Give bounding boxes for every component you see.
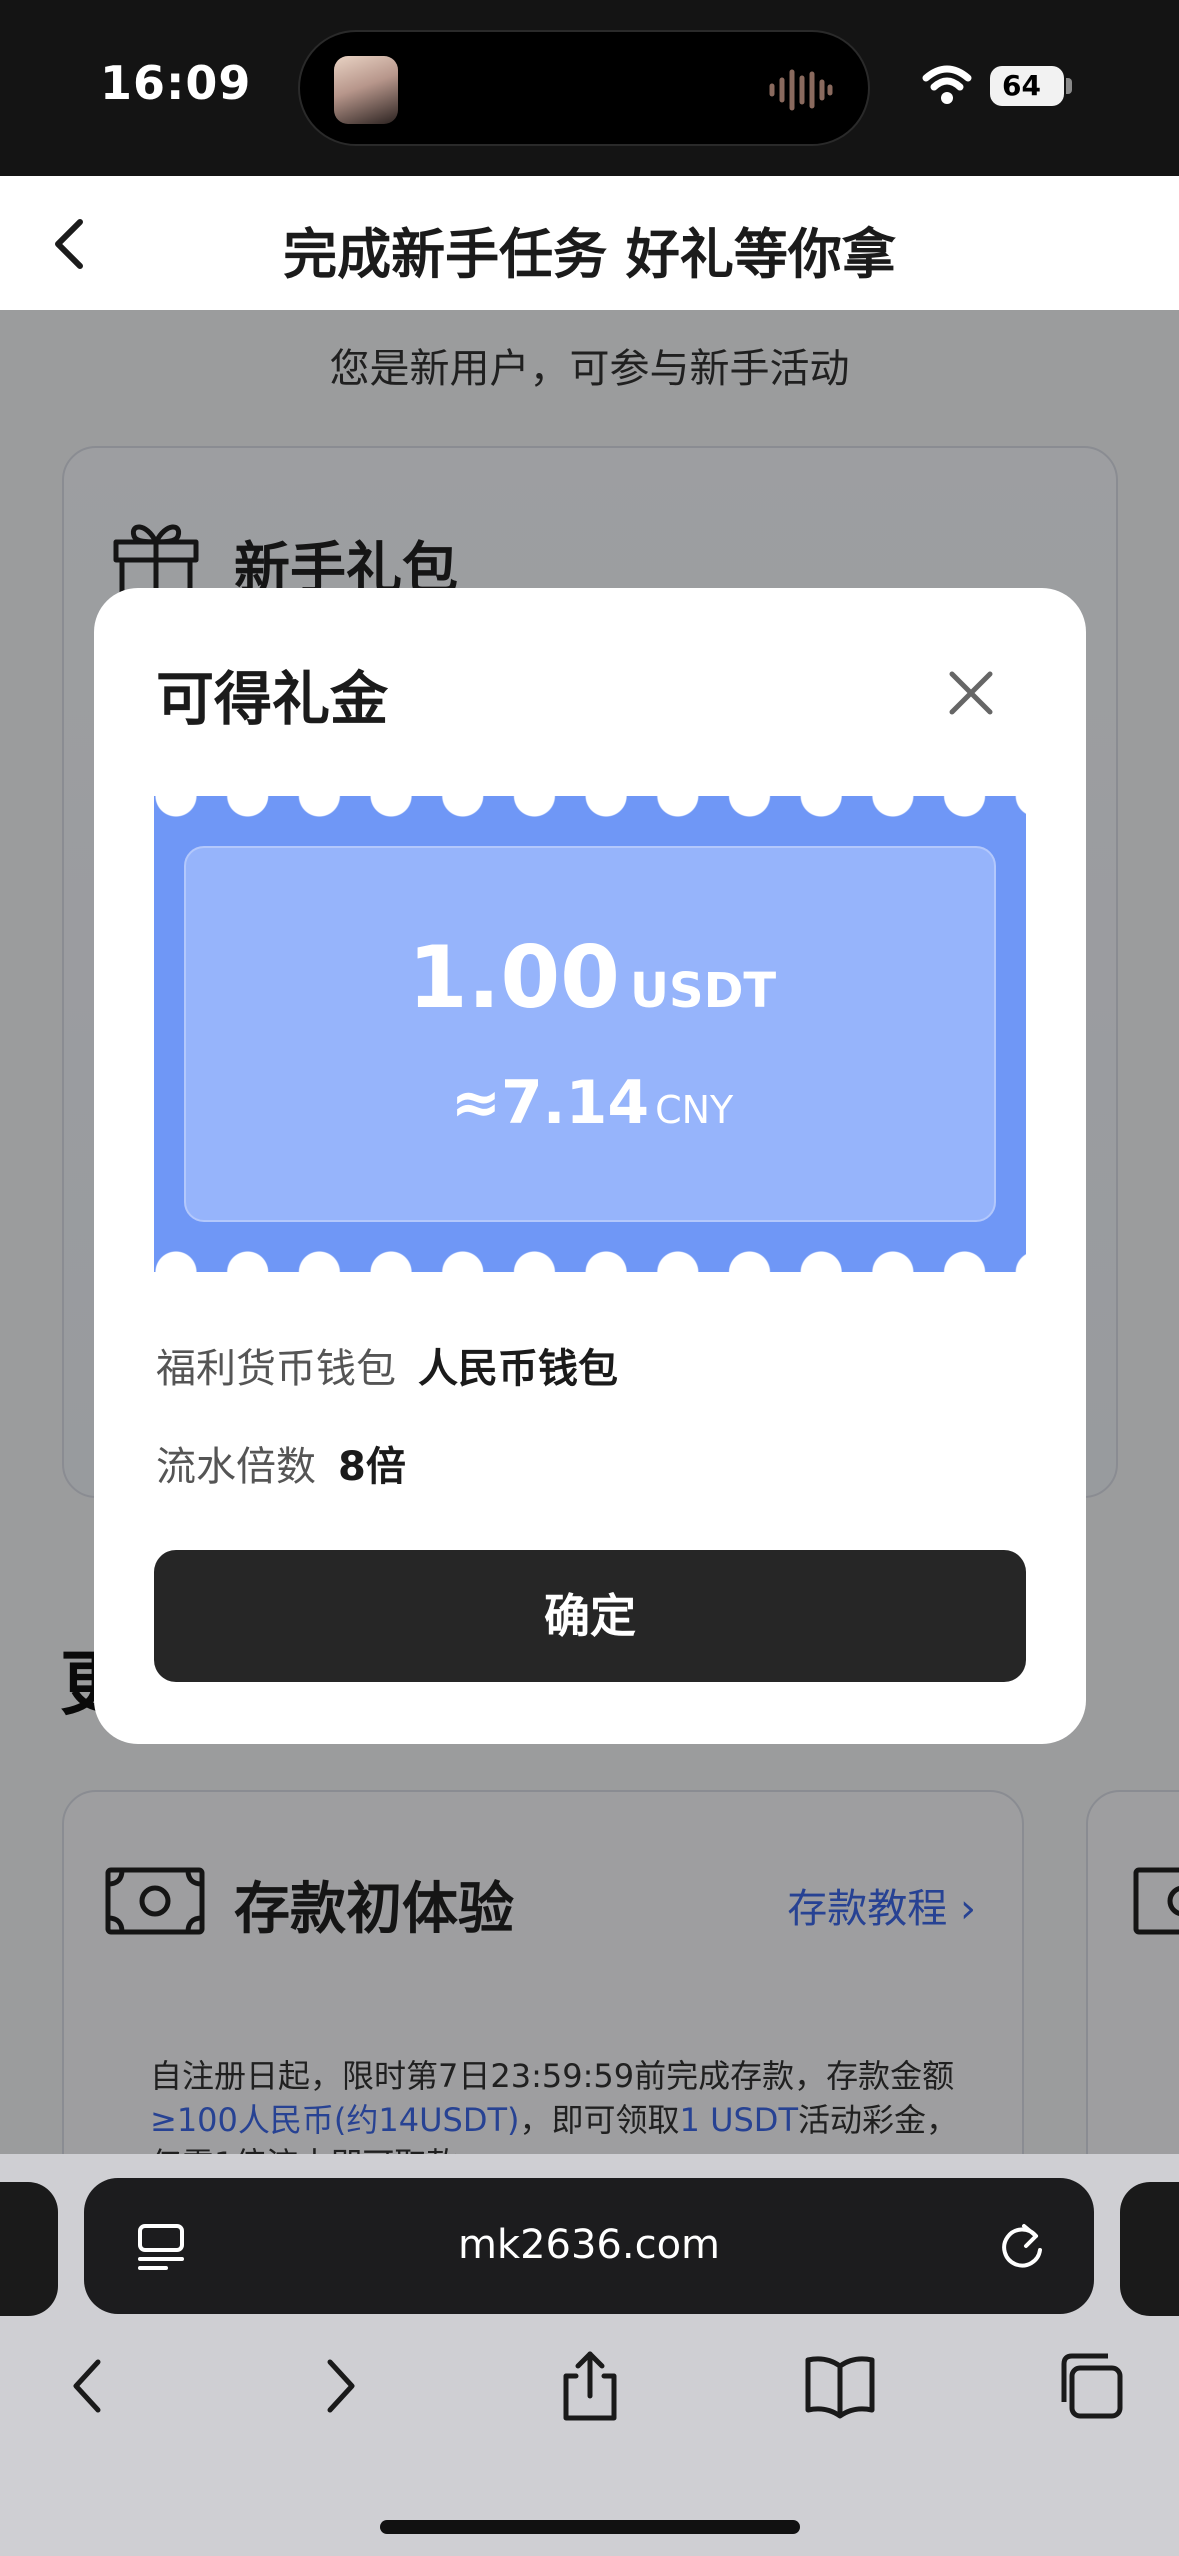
turnover-row: 流水倍数 8倍 [156, 1434, 406, 1492]
bonus-coupon: 1.00 USDT ≈7.14 CNY [154, 796, 1026, 1272]
bonus-amount-row: 1.00 USDT [186, 928, 998, 1028]
share-icon[interactable] [552, 2348, 628, 2424]
battery-cap [1066, 78, 1072, 94]
next-tab-pill[interactable] [1120, 2182, 1179, 2316]
coupon-inner-panel: 1.00 USDT ≈7.14 CNY [184, 846, 996, 1222]
reload-icon[interactable] [996, 2220, 1048, 2272]
coupon-edge-top [154, 796, 1026, 818]
bonus-dialog: 可得礼金 1.00 USDT ≈7.14 CNY 福利货币钱包 人民币钱包 流水倍数 8… [94, 588, 1086, 1744]
tabs-icon[interactable] [1052, 2348, 1128, 2424]
wallet-row: 福利货币钱包 人民币钱包 [156, 1336, 618, 1394]
wallet-value: 人民币钱包 [418, 1346, 618, 1392]
home-indicator[interactable] [380, 2520, 800, 2534]
turnover-label: 流水倍数 [156, 1444, 316, 1490]
status-time: 16:09 [100, 56, 252, 110]
cny-amount: ≈7.14 [450, 1068, 650, 1138]
audio-wave-icon [769, 69, 833, 111]
url-text[interactable]: mk2636.com [84, 2222, 1094, 2268]
battery-indicator: 64 [990, 66, 1064, 106]
wallet-label: 福利货币钱包 [156, 1346, 396, 1392]
dialog-title: 可得礼金 [156, 665, 389, 733]
turnover-value: 8倍 [338, 1444, 406, 1490]
close-icon[interactable] [946, 668, 996, 718]
page-title: 完成新手任务 好礼等你拿 [283, 223, 896, 286]
confirm-button[interactable]: 确定 [154, 1550, 1026, 1682]
previous-tab-pill[interactable] [0, 2182, 58, 2316]
coupon-edge-bottom [154, 1250, 1026, 1272]
dynamic-island[interactable] [298, 30, 870, 146]
page-header: 完成新手任务 好礼等你拿 [0, 176, 1179, 310]
wifi-icon [922, 65, 972, 104]
browser-back-icon[interactable] [50, 2348, 126, 2424]
cny-unit: CNY [655, 1088, 734, 1132]
cny-equivalent-row: ≈7.14 CNY [186, 1068, 998, 1138]
browser-forward-icon[interactable] [302, 2348, 378, 2424]
bookmarks-icon[interactable] [802, 2348, 878, 2424]
browser-toolbar: mk2636.com [0, 2154, 1179, 2556]
now-playing-avatar [334, 56, 398, 124]
address-bar[interactable]: mk2636.com [84, 2178, 1094, 2314]
bonus-amount: 1.00 [407, 928, 621, 1028]
bonus-amount-unit: USDT [630, 963, 777, 1019]
status-bar: 16:09 64 [0, 0, 1179, 176]
